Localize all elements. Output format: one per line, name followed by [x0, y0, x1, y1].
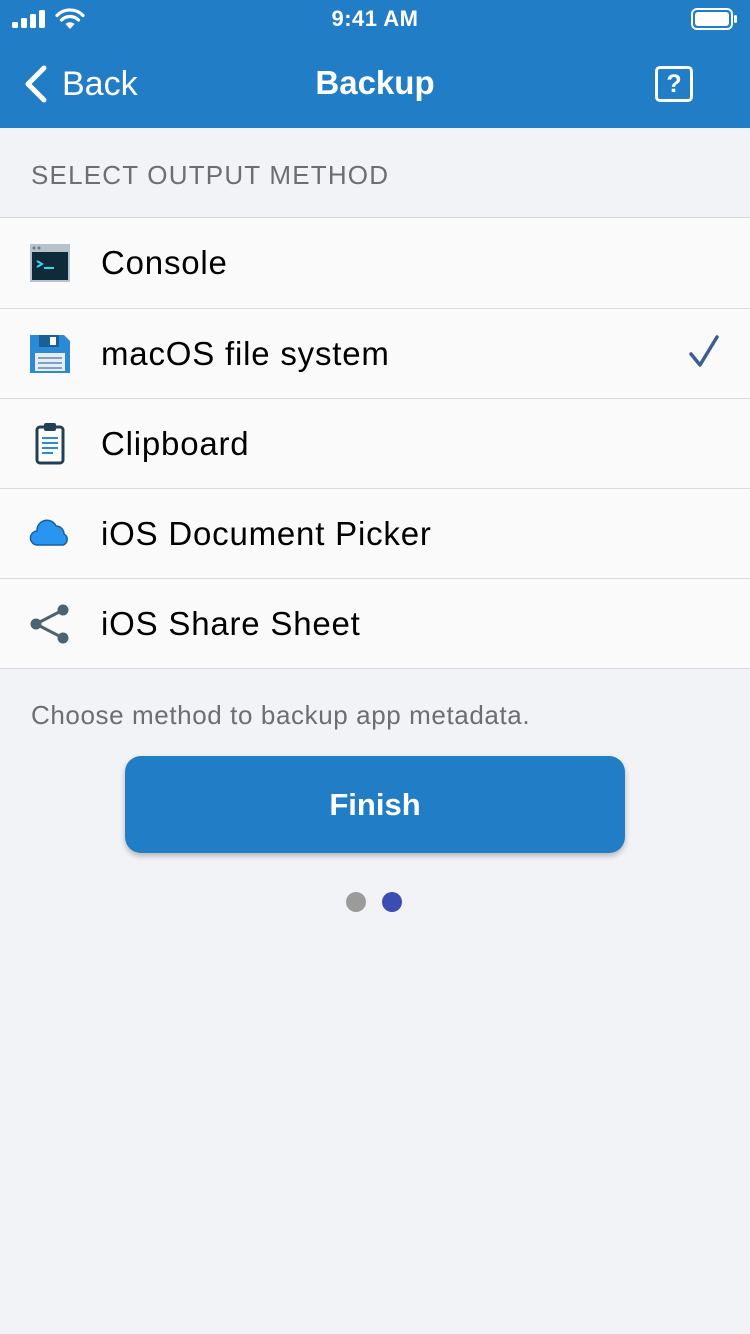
footer-description: Choose method to backup app metadata. [31, 700, 531, 730]
floppy-disk-icon [30, 335, 70, 373]
option-console[interactable]: Console [0, 218, 750, 308]
output-method-list: Console macOS file system Clipboard iOS … [0, 217, 750, 669]
page-title: Backup [315, 64, 435, 101]
option-label: Console [101, 244, 228, 281]
option-ios-document-picker[interactable]: iOS Document Picker [0, 488, 750, 578]
terminal-icon [30, 244, 70, 282]
page-dot-active[interactable] [382, 892, 402, 912]
navigation-bar: 9:41 AM Back Backup ? [0, 0, 750, 128]
help-button[interactable]: ? [655, 66, 693, 102]
option-label: iOS Document Picker [101, 515, 432, 552]
status-time: 9:41 AM [331, 6, 419, 31]
help-icon: ? [666, 69, 682, 98]
option-label: macOS file system [101, 335, 390, 372]
finish-button[interactable]: Finish [125, 756, 625, 853]
option-macos-file-system[interactable]: macOS file system [0, 308, 750, 398]
page-dot[interactable] [346, 892, 366, 912]
option-ios-share-sheet[interactable]: iOS Share Sheet [0, 578, 750, 668]
clipboard-icon [35, 423, 65, 465]
finish-label: Finish [329, 786, 421, 822]
section-header: SELECT OUTPUT METHOD [31, 160, 390, 190]
page-indicator [346, 892, 406, 912]
status-bar: 9:41 AM [0, 0, 750, 40]
option-label: Clipboard [101, 425, 250, 462]
option-clipboard[interactable]: Clipboard [0, 398, 750, 488]
cloud-icon [29, 519, 68, 546]
battery-icon [691, 8, 737, 30]
option-label: iOS Share Sheet [101, 605, 361, 642]
checkmark-icon [689, 335, 719, 367]
share-icon [30, 604, 69, 644]
